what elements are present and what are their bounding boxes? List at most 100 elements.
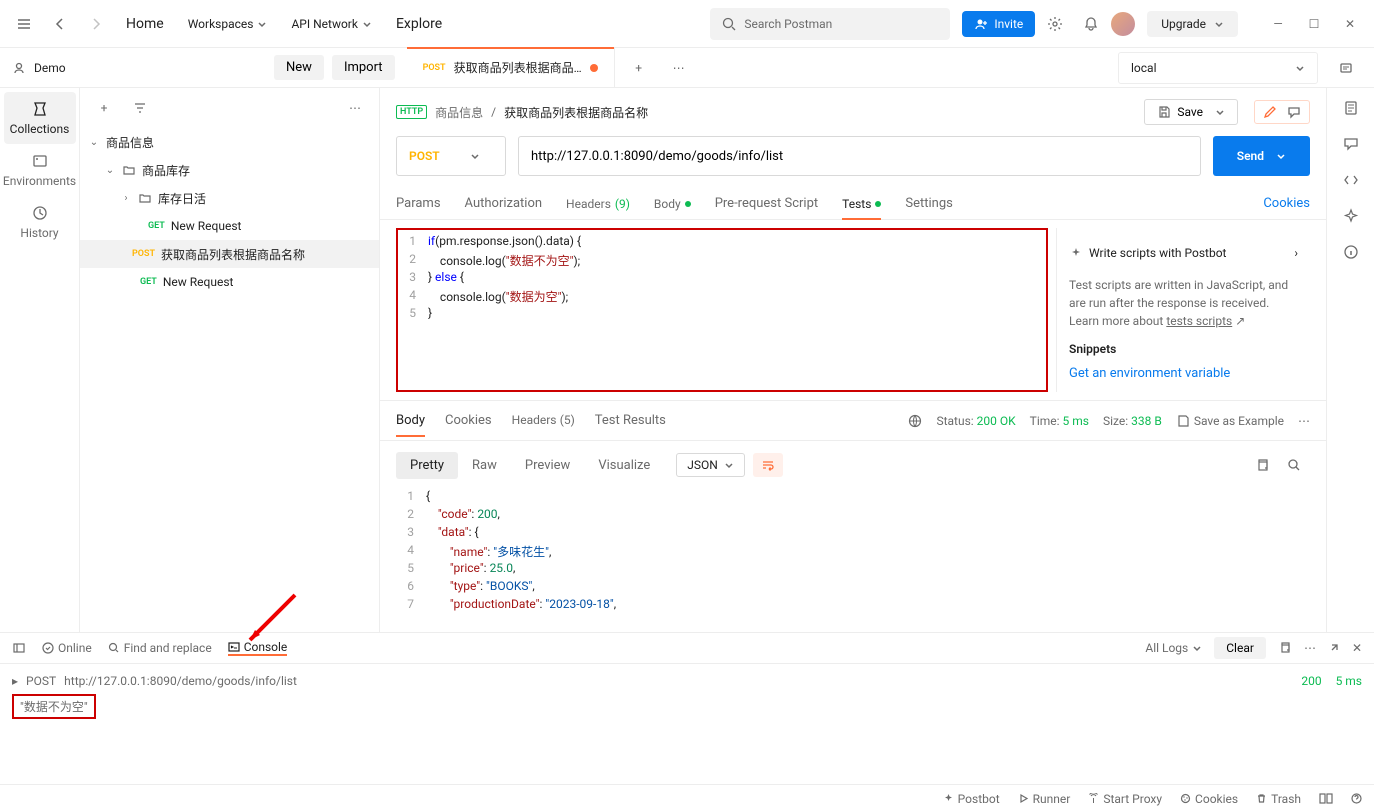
edit-comment-buttons[interactable] <box>1254 100 1310 124</box>
console-toggle[interactable]: Console <box>228 640 288 656</box>
close-icon[interactable]: ✕ <box>1334 8 1366 40</box>
close-console-icon[interactable]: ✕ <box>1352 641 1362 655</box>
copy-icon[interactable] <box>1278 641 1292 655</box>
tree-request-active[interactable]: POST 获取商品列表根据商品名称 <box>80 240 379 268</box>
clear-button[interactable]: Clear <box>1214 637 1266 659</box>
resp-tab-cookies[interactable]: Cookies <box>445 405 492 436</box>
request-tab[interactable]: POST 获取商品列表根据商品… <box>407 48 615 88</box>
tab-body[interactable]: Body <box>654 189 691 219</box>
view-preview[interactable]: Preview <box>511 452 584 479</box>
wrap-lines-icon[interactable] <box>753 453 783 477</box>
method-select[interactable]: POST <box>396 136 506 176</box>
tab-params[interactable]: Params <box>396 188 441 219</box>
console-options-icon[interactable]: ⋯ <box>1304 641 1316 655</box>
sidebar-toggle-icon[interactable] <box>12 641 26 655</box>
tab-headers[interactable]: Headers (9) <box>566 189 630 219</box>
nav-api-network[interactable]: API Network <box>281 11 382 37</box>
cookie-icon <box>1180 793 1191 804</box>
save-example-button[interactable]: Save as Example <box>1176 414 1284 428</box>
format-select[interactable]: JSON <box>676 453 745 477</box>
environment-select[interactable]: local <box>1118 52 1318 84</box>
globe-icon[interactable] <box>908 414 922 428</box>
breadcrumb-folder[interactable]: 商品信息 <box>435 104 483 121</box>
status-layout-icon[interactable] <box>1319 793 1333 804</box>
tab-tests[interactable]: Tests <box>842 189 881 219</box>
status-postbot[interactable]: Postbot <box>943 792 1000 806</box>
rail-environments[interactable]: Environments <box>4 144 76 196</box>
send-button[interactable]: Send <box>1213 136 1310 176</box>
url-input[interactable] <box>518 136 1201 176</box>
search-icon <box>108 642 120 654</box>
maximize-icon[interactable]: ☐ <box>1298 8 1330 40</box>
resp-options-icon[interactable]: ⋯ <box>1298 414 1310 428</box>
tree-request[interactable]: GET New Request <box>80 212 379 240</box>
tests-scripts-link[interactable]: tests scripts <box>1166 314 1232 328</box>
tab-authorization[interactable]: Authorization <box>465 188 543 219</box>
status-trash[interactable]: Trash <box>1256 792 1301 806</box>
log-filter[interactable]: All Logs <box>1145 641 1202 655</box>
comments-icon[interactable] <box>1343 136 1359 152</box>
status-runner[interactable]: Runner <box>1018 792 1071 806</box>
popout-icon[interactable] <box>1328 642 1340 654</box>
method-label: GET <box>140 277 157 287</box>
find-replace[interactable]: Find and replace <box>108 641 212 655</box>
notifications-icon[interactable] <box>1075 8 1107 40</box>
import-button[interactable]: Import <box>332 55 395 80</box>
tab-prerequest[interactable]: Pre-request Script <box>715 188 818 219</box>
tree-folder-root[interactable]: ⌄ 商品信息 <box>80 128 379 156</box>
rail-collections[interactable]: Collections <box>4 92 76 144</box>
env-quicklook-icon[interactable] <box>1330 52 1362 84</box>
response-body[interactable]: 1{ 2 "code": 200, 3 "data": { 4 "name": … <box>380 489 1326 623</box>
filter-icon[interactable] <box>124 92 156 124</box>
sidebar-options-icon[interactable]: ⋯ <box>339 92 371 124</box>
add-tab-icon[interactable]: + <box>623 52 655 84</box>
copy-icon[interactable] <box>1246 449 1278 481</box>
nav-workspaces[interactable]: Workspaces <box>178 11 278 37</box>
tab-options-icon[interactable]: ⋯ <box>663 52 695 84</box>
resp-tab-headers[interactable]: Headers (5) <box>512 405 575 436</box>
settings-icon[interactable] <box>1039 8 1071 40</box>
minimize-icon[interactable]: — <box>1262 8 1294 40</box>
menu-icon[interactable] <box>8 8 40 40</box>
nav-home[interactable]: Home <box>116 10 174 38</box>
status-bar: Postbot Runner Start Proxy Cookies Trash <box>0 784 1374 812</box>
documentation-icon[interactable] <box>1343 100 1359 116</box>
avatar[interactable] <box>1111 12 1135 36</box>
antenna-icon <box>1088 793 1099 804</box>
view-visualize[interactable]: Visualize <box>584 452 664 479</box>
upgrade-button[interactable]: Upgrade <box>1147 11 1238 37</box>
tree-request[interactable]: GET New Request <box>80 268 379 296</box>
tests-editor[interactable]: 1if(pm.response.json().data) { 2 console… <box>396 228 1048 392</box>
save-button[interactable]: Save <box>1144 99 1238 125</box>
tab-settings[interactable]: Settings <box>905 188 952 219</box>
cookies-link[interactable]: Cookies <box>1263 196 1310 211</box>
postbot-link[interactable]: Write scripts with Postbot › <box>1069 240 1298 266</box>
new-button[interactable]: New <box>274 55 324 80</box>
nav-explore[interactable]: Explore <box>386 10 452 38</box>
search-icon <box>722 17 736 31</box>
search-response-icon[interactable] <box>1278 449 1310 481</box>
info-icon[interactable] <box>1343 244 1359 260</box>
status-proxy[interactable]: Start Proxy <box>1088 792 1162 806</box>
view-pretty[interactable]: Pretty <box>396 452 458 479</box>
snippet-item[interactable]: Get an environment variable <box>1069 362 1298 385</box>
tree-folder[interactable]: ⌄ 商品库存 <box>80 156 379 184</box>
console-request-line[interactable]: ▸ POST http://127.0.0.1:8090/demo/goods/… <box>12 672 1362 690</box>
forward-icon[interactable] <box>80 8 112 40</box>
status-cookies[interactable]: Cookies <box>1180 792 1238 806</box>
invite-button[interactable]: Invite <box>962 11 1035 37</box>
tree-folder[interactable]: › 库存日活 <box>80 184 379 212</box>
rail-history[interactable]: History <box>4 196 76 248</box>
history-icon <box>31 204 49 222</box>
status-help-icon[interactable] <box>1351 793 1362 804</box>
back-icon[interactable] <box>44 8 76 40</box>
online-status[interactable]: Online <box>42 641 92 655</box>
code-icon[interactable] <box>1343 172 1359 188</box>
add-collection-icon[interactable]: + <box>88 92 120 124</box>
sparkle-icon[interactable] <box>1343 208 1359 224</box>
resp-tab-test-results[interactable]: Test Results <box>595 405 666 436</box>
workspace-name[interactable]: Demo <box>12 61 266 75</box>
view-raw[interactable]: Raw <box>458 452 511 479</box>
resp-tab-body[interactable]: Body <box>396 405 425 436</box>
search-input[interactable]: Search Postman <box>710 8 950 40</box>
